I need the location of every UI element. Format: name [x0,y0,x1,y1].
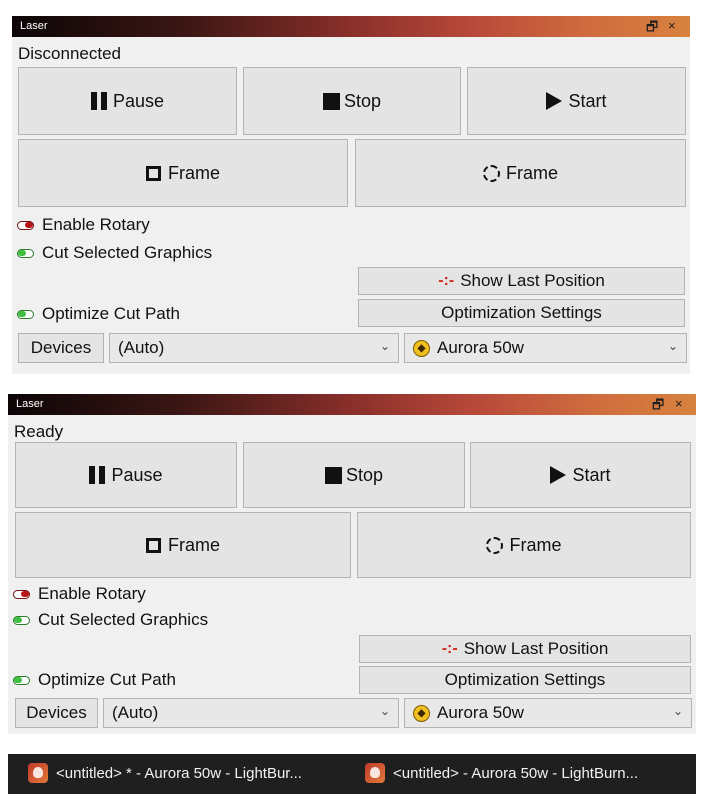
show-last-position-button[interactable]: -:- Show Last Position [359,635,691,663]
taskbar-item-1[interactable]: <untitled> * - Aurora 50w - LightBur... [16,754,352,792]
optimize-cut-path-toggle[interactable]: Optimize Cut Path [13,670,176,690]
show-last-position-label: Show Last Position [463,639,609,658]
devices-label: Devices [26,703,87,722]
toggle-off-icon [17,220,34,230]
optimization-settings-label: Optimization Settings [444,670,606,689]
frame-rect-button[interactable]: Frame [18,139,348,207]
cut-selected-label: Cut Selected Graphics [38,610,209,629]
chevron-down-icon: ⌄ [667,339,678,353]
devices-button[interactable]: Devices [18,333,104,363]
pause-icon [90,92,107,110]
taskbar-item-2[interactable]: <untitled> - Aurora 50w - LightBurn... [353,754,687,792]
connection-status: Ready [14,422,64,441]
frame-circle-label: Frame [505,162,558,183]
frame-rect-button[interactable]: Frame [15,512,351,578]
laser-panel-1: Laser 🗗 × Disconnected Pause Stop Start … [12,16,690,374]
start-label: Start [572,464,611,485]
taskbar-item-label: <untitled> - Aurora 50w - LightBurn... [393,764,639,782]
optimization-settings-button[interactable]: Optimization Settings [358,299,685,327]
lightburn-icon [28,763,48,783]
show-last-position-label: Show Last Position [460,271,605,290]
cut-selected-toggle[interactable]: Cut Selected Graphics [17,243,212,263]
frame-rect-icon [145,165,161,181]
port-value: (Auto) [118,338,165,357]
chevron-down-icon: ⌄ [672,704,683,718]
connection-status: Disconnected [18,44,122,63]
play-icon [550,466,567,484]
panel-titlebar[interactable]: Laser 🗗 × [12,16,690,37]
optimize-cut-path-label: Optimize Cut Path [42,304,180,323]
frame-rect-label: Frame [167,162,220,183]
device-logo-icon: ◆ [413,704,430,722]
frame-circle-button[interactable]: Frame [357,512,691,578]
frame-circle-icon [486,536,504,554]
panel-title: Laser [16,398,44,410]
device-select[interactable]: ◆ Aurora 50w ⌄ [404,698,692,728]
toggle-on-icon [13,675,30,685]
chevron-down-icon: ⌄ [379,704,390,718]
toggle-on-icon [13,615,30,625]
pause-label: Pause [111,464,163,485]
optimize-cut-path-toggle[interactable]: Optimize Cut Path [17,304,180,324]
stop-label: Stop [345,464,384,485]
enable-rotary-label: Enable Rotary [42,215,150,234]
optimization-settings-button[interactable]: Optimization Settings [359,666,691,694]
frame-circle-button[interactable]: Frame [355,139,686,207]
stop-label: Stop [343,90,382,111]
enable-rotary-toggle[interactable]: Enable Rotary [17,215,150,235]
chevron-down-icon: ⌄ [379,339,390,353]
toggle-off-icon [13,589,30,599]
close-icon[interactable]: × [668,18,676,33]
stop-button[interactable]: Stop [243,67,461,135]
restore-icon[interactable]: 🗗 [646,18,658,40]
frame-rect-icon [145,537,161,553]
devices-button[interactable]: Devices [15,698,98,728]
optimize-cut-path-label: Optimize Cut Path [38,670,176,689]
frame-circle-icon [482,164,500,182]
devices-label: Devices [30,338,92,357]
panel-title: Laser [20,20,48,32]
taskbar-item-label: <untitled> * - Aurora 50w - LightBur... [56,764,302,782]
enable-rotary-label: Enable Rotary [38,584,146,603]
device-logo-icon: ◆ [413,339,430,357]
panel-titlebar[interactable]: Laser 🗗 × [8,394,696,415]
pause-icon [89,466,106,484]
close-icon[interactable]: × [675,396,683,411]
restore-icon[interactable]: 🗗 [652,396,664,418]
pause-label: Pause [112,90,165,111]
pause-button[interactable]: Pause [18,67,237,135]
device-name-value: Aurora 50w [437,703,524,722]
stop-icon [322,92,340,110]
show-last-position-button[interactable]: -:- Show Last Position [358,267,685,295]
device-select[interactable]: ◆ Aurora 50w ⌄ [404,333,687,363]
frame-circle-label: Frame [509,534,562,555]
crosshair-icon: -:- [438,272,455,289]
cut-selected-toggle[interactable]: Cut Selected Graphics [13,610,208,630]
toggle-on-icon [17,309,34,319]
port-select[interactable]: (Auto) ⌄ [103,698,399,728]
crosshair-icon: -:- [441,640,458,657]
frame-rect-label: Frame [167,534,220,555]
stop-button[interactable]: Stop [243,442,465,508]
play-icon [546,92,563,110]
laser-panel-2: Laser 🗗 × Ready Pause Stop Start Frame F… [8,394,696,734]
port-value: (Auto) [112,703,159,722]
cut-selected-label: Cut Selected Graphics [42,243,213,262]
stop-icon [324,466,342,484]
port-select[interactable]: (Auto) ⌄ [109,333,399,363]
optimization-settings-label: Optimization Settings [441,303,602,322]
start-button[interactable]: Start [467,67,686,135]
taskbar: <untitled> * - Aurora 50w - LightBur... … [8,754,696,794]
pause-button[interactable]: Pause [15,442,237,508]
enable-rotary-toggle[interactable]: Enable Rotary [13,584,146,604]
lightburn-icon [365,763,385,783]
start-button[interactable]: Start [470,442,691,508]
start-label: Start [568,90,607,111]
toggle-on-icon [17,248,34,258]
device-name-value: Aurora 50w [437,338,524,357]
